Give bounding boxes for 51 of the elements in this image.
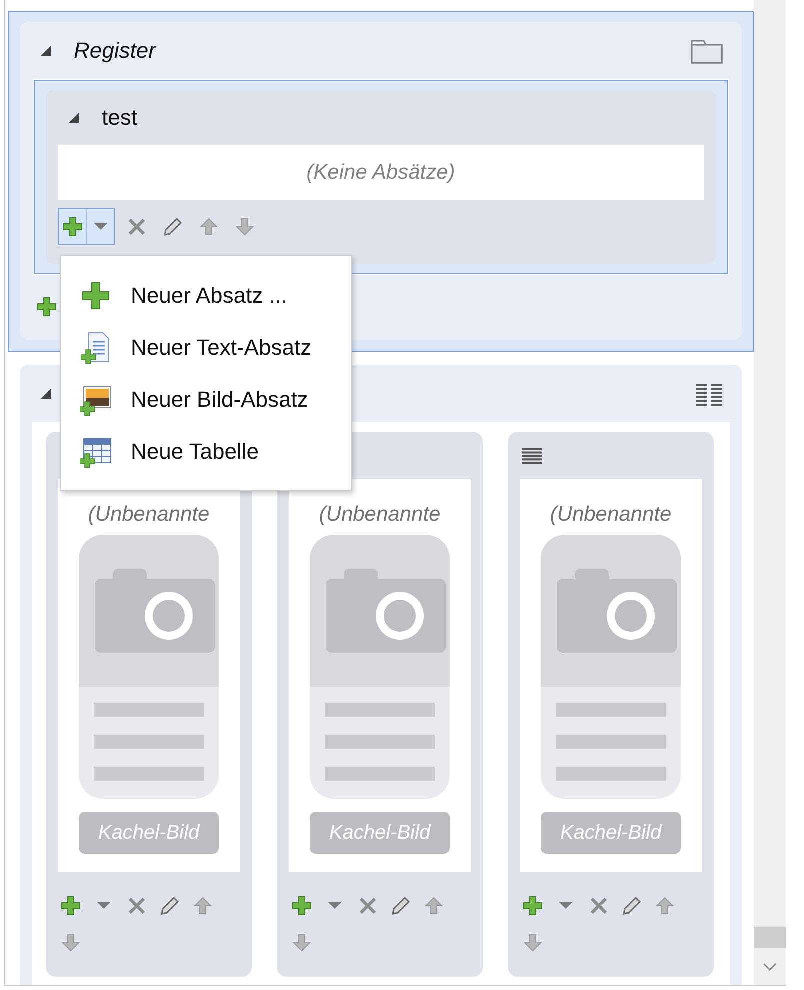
plus-icon[interactable] — [37, 297, 57, 317]
arrow-down-icon[interactable] — [235, 216, 255, 236]
document-add-icon — [81, 332, 111, 364]
expand-toggle-icon[interactable] — [40, 388, 52, 400]
expand-toggle-icon[interactable] — [40, 45, 52, 57]
image-add-icon — [80, 384, 112, 416]
pencil-icon[interactable] — [622, 896, 642, 916]
scrollbar[interactable] — [754, 0, 786, 985]
caret-icon[interactable] — [96, 902, 110, 910]
arrow-down-icon[interactable] — [60, 932, 80, 952]
arrow-up-icon[interactable] — [424, 896, 444, 916]
x-icon[interactable] — [126, 896, 146, 916]
menu-item[interactable]: Neuer Absatz ... — [61, 270, 351, 322]
x-icon[interactable] — [358, 896, 378, 916]
caret-icon[interactable] — [328, 902, 342, 910]
image-label: Kachel-Bild — [310, 812, 450, 854]
arrow-up-icon[interactable] — [199, 216, 219, 236]
arrow-up-icon[interactable] — [192, 896, 212, 916]
image-label: Kachel-Bild — [79, 812, 219, 854]
arrow-down-icon[interactable] — [522, 932, 542, 952]
x-icon[interactable] — [127, 216, 147, 236]
pencil-icon[interactable] — [163, 216, 183, 236]
section-title: Register — [74, 38, 156, 64]
tile-title: (Unbenannte — [319, 502, 441, 528]
table-add-icon — [80, 436, 112, 468]
arrow-up-icon[interactable] — [654, 896, 674, 916]
plus-icon[interactable] — [292, 896, 312, 916]
caret-icon[interactable] — [558, 902, 572, 910]
plus-icon[interactable] — [60, 896, 80, 916]
plus-icon — [82, 282, 110, 310]
tile-title: (Unbenannte — [550, 502, 672, 528]
scroll-thumb[interactable] — [754, 927, 786, 948]
pencil-icon[interactable] — [390, 896, 410, 916]
x-icon[interactable] — [588, 896, 608, 916]
menu-item[interactable]: Neuer Text-Absatz — [61, 322, 351, 374]
group-title: test — [102, 104, 138, 130]
tile-title: (Unbenannte — [88, 502, 210, 528]
paragraph-list: (Keine Absätze) — [58, 145, 704, 200]
plus-icon — [62, 216, 82, 236]
list-icon[interactable] — [521, 446, 543, 464]
pencil-icon[interactable] — [160, 896, 180, 916]
plus-icon[interactable] — [522, 896, 542, 916]
image-label: Kachel-Bild — [541, 812, 681, 854]
add-dropdown-button[interactable] — [58, 208, 115, 245]
columns-icon[interactable] — [694, 382, 724, 406]
arrow-down-icon[interactable] — [292, 932, 312, 952]
menu-item[interactable]: Neue Tabelle — [61, 426, 351, 478]
caret-icon — [94, 222, 108, 230]
expand-toggle-icon[interactable] — [68, 112, 80, 124]
scroll-down-icon[interactable] — [763, 963, 777, 971]
menu-item[interactable]: Neuer Bild-Absatz — [61, 374, 351, 426]
